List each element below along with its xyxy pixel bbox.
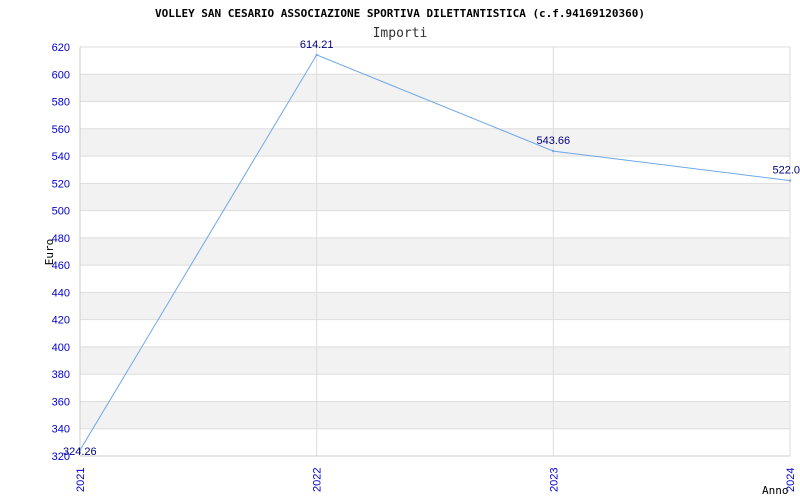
grid-band bbox=[80, 74, 790, 102]
y-tick-label: 580 bbox=[52, 97, 70, 109]
y-tick-label: 520 bbox=[52, 178, 70, 190]
grid-band bbox=[80, 346, 790, 375]
x-tick-label: 2022 bbox=[312, 468, 324, 492]
grid-band bbox=[80, 401, 790, 429]
y-tick-label: 440 bbox=[52, 287, 70, 299]
y-tick-label: 340 bbox=[52, 424, 70, 436]
data-point bbox=[552, 149, 555, 153]
x-tick-label: 2021 bbox=[75, 468, 87, 492]
y-tick-label: 400 bbox=[52, 342, 70, 354]
y-tick-label: 600 bbox=[52, 69, 70, 81]
grid-band bbox=[80, 183, 790, 211]
grid-band bbox=[80, 237, 790, 266]
data-label: 522.0 bbox=[772, 165, 800, 177]
chart-title: VOLLEY SAN CESARIO ASSOCIAZIONE SPORTIVA… bbox=[155, 7, 645, 20]
y-tick-label: 380 bbox=[52, 369, 70, 381]
y-tick-label: 500 bbox=[52, 206, 70, 218]
grid-band bbox=[80, 292, 790, 320]
x-tick-label: 2023 bbox=[548, 468, 560, 492]
line-chart: VOLLEY SAN CESARIO ASSOCIAZIONE SPORTIVA… bbox=[43, 7, 800, 497]
grid-band bbox=[80, 128, 790, 157]
grid-bands bbox=[80, 74, 790, 429]
y-tick-label: 560 bbox=[52, 124, 70, 136]
y-tick-label: 360 bbox=[52, 396, 70, 408]
x-axis-ticks: 2021 2022 2023 2024 bbox=[75, 468, 797, 492]
data-label: 614.21 bbox=[300, 39, 334, 51]
y-tick-label: 540 bbox=[52, 151, 70, 163]
data-label: 324.26 bbox=[63, 446, 97, 458]
data-point bbox=[788, 179, 792, 182]
y-tick-label: 420 bbox=[52, 315, 70, 327]
data-label: 543.66 bbox=[537, 135, 571, 147]
x-axis-label: Anno bbox=[762, 484, 789, 497]
y-axis-label: Euro bbox=[43, 239, 56, 266]
chart-subtitle: Importi bbox=[373, 26, 428, 41]
data-point bbox=[315, 53, 318, 57]
y-tick-label: 620 bbox=[52, 42, 70, 54]
